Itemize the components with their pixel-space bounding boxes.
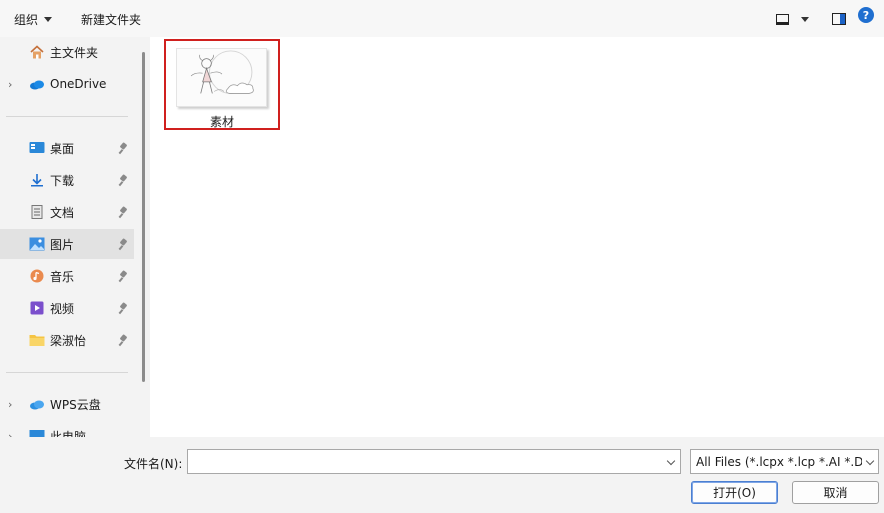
- file-list[interactable]: 素材: [150, 37, 884, 437]
- cloud-icon: [29, 397, 45, 411]
- sidebar-item-documents[interactable]: 文档: [0, 197, 134, 227]
- sidebar-item-wps-cloud[interactable]: › WPS云盘: [0, 389, 134, 419]
- new-folder-button[interactable]: 新建文件夹: [75, 6, 147, 32]
- sidebar-item-onedrive[interactable]: › OneDrive: [0, 69, 134, 99]
- folder-icon: [29, 333, 45, 347]
- file-type-value: All Files (*.lcpx *.lcp *.AI *.DXF: [696, 455, 862, 469]
- preview-pane-icon: [832, 13, 846, 25]
- filename-label: 文件名(N):: [124, 457, 183, 471]
- chevron-down-icon[interactable]: [666, 456, 676, 466]
- pin-icon: [119, 143, 128, 154]
- new-folder-label: 新建文件夹: [81, 12, 142, 27]
- preview-pane-button[interactable]: [826, 6, 852, 32]
- open-button[interactable]: 打开(O): [691, 481, 778, 504]
- cloud-icon: [29, 77, 45, 91]
- help-button[interactable]: ?: [858, 7, 874, 23]
- sidebar-item-label: OneDrive: [50, 77, 107, 91]
- sidebar-item-user-folder[interactable]: 梁淑怡: [0, 325, 134, 355]
- sidebar-item-label: 下载: [50, 173, 75, 188]
- pin-icon: [119, 207, 128, 218]
- sidebar-item-downloads[interactable]: 下载: [0, 165, 134, 195]
- sidebar-item-label: 图片: [50, 237, 75, 252]
- sidebar-item-music[interactable]: 音乐: [0, 261, 134, 291]
- file-item[interactable]: 素材: [164, 39, 280, 130]
- chevron-down-icon: [801, 16, 809, 22]
- sidebar-item-label: 此电脑: [50, 429, 87, 438]
- chevron-down-icon[interactable]: [865, 456, 875, 466]
- file-type-select[interactable]: All Files (*.lcpx *.lcp *.AI *.DXF: [690, 449, 879, 474]
- organize-label: 组织: [14, 12, 39, 27]
- view-options-button[interactable]: [795, 6, 815, 32]
- sidebar-item-label: WPS云盘: [50, 397, 101, 412]
- view-icon: [776, 13, 789, 25]
- chevron-right-icon[interactable]: ›: [8, 430, 12, 438]
- sidebar-divider: [6, 372, 128, 373]
- pin-icon: [119, 239, 128, 250]
- sidebar-item-label: 主文件夹: [50, 45, 99, 60]
- sidebar-item-label: 音乐: [50, 269, 75, 284]
- sidebar-item-label: 桌面: [50, 141, 75, 156]
- organize-button[interactable]: 组织: [8, 6, 58, 32]
- cancel-button[interactable]: 取消: [792, 481, 879, 504]
- sidebar-divider: [6, 116, 128, 117]
- change-view-button[interactable]: [770, 6, 795, 32]
- sidebar-item-home[interactable]: 主文件夹: [0, 37, 134, 67]
- pictures-icon: [29, 237, 45, 251]
- filename-input[interactable]: [188, 450, 658, 473]
- filename-field[interactable]: [187, 449, 681, 474]
- chevron-right-icon[interactable]: ›: [8, 78, 12, 91]
- computer-icon: [29, 429, 45, 437]
- sidebar-item-pictures[interactable]: 图片: [0, 229, 134, 259]
- navigation-pane: 主文件夹 › OneDrive 桌面 下载 文档 图片 音乐 视频 梁淑怡 › …: [0, 37, 150, 437]
- download-icon: [29, 173, 45, 187]
- document-icon: [29, 205, 45, 219]
- home-icon: [29, 45, 45, 59]
- desktop-icon: [29, 141, 45, 155]
- music-icon: [29, 269, 45, 283]
- file-name: 素材: [209, 115, 234, 129]
- chevron-down-icon: [44, 16, 53, 22]
- sidebar-item-desktop[interactable]: 桌面: [0, 133, 134, 163]
- sidebar-item-label: 梁淑怡: [50, 333, 87, 348]
- sidebar-scrollbar[interactable]: [142, 52, 145, 382]
- video-icon: [29, 301, 45, 315]
- sidebar-item-label: 视频: [50, 301, 75, 316]
- thumbnail-image-icon: [190, 50, 254, 94]
- help-icon: ?: [858, 7, 874, 23]
- pin-icon: [119, 335, 128, 346]
- file-thumbnail: [176, 48, 267, 107]
- pin-icon: [119, 303, 128, 314]
- sidebar-item-this-pc[interactable]: › 此电脑: [0, 421, 134, 437]
- pin-icon: [119, 271, 128, 282]
- sidebar-item-videos[interactable]: 视频: [0, 293, 134, 323]
- dialog-footer: 文件名(N): All Files (*.lcpx *.lcp *.AI *.D…: [0, 437, 884, 513]
- chevron-right-icon[interactable]: ›: [8, 398, 12, 411]
- command-bar: 组织 新建文件夹 ?: [0, 0, 884, 37]
- pin-icon: [119, 175, 128, 186]
- sidebar-item-label: 文档: [50, 205, 75, 220]
